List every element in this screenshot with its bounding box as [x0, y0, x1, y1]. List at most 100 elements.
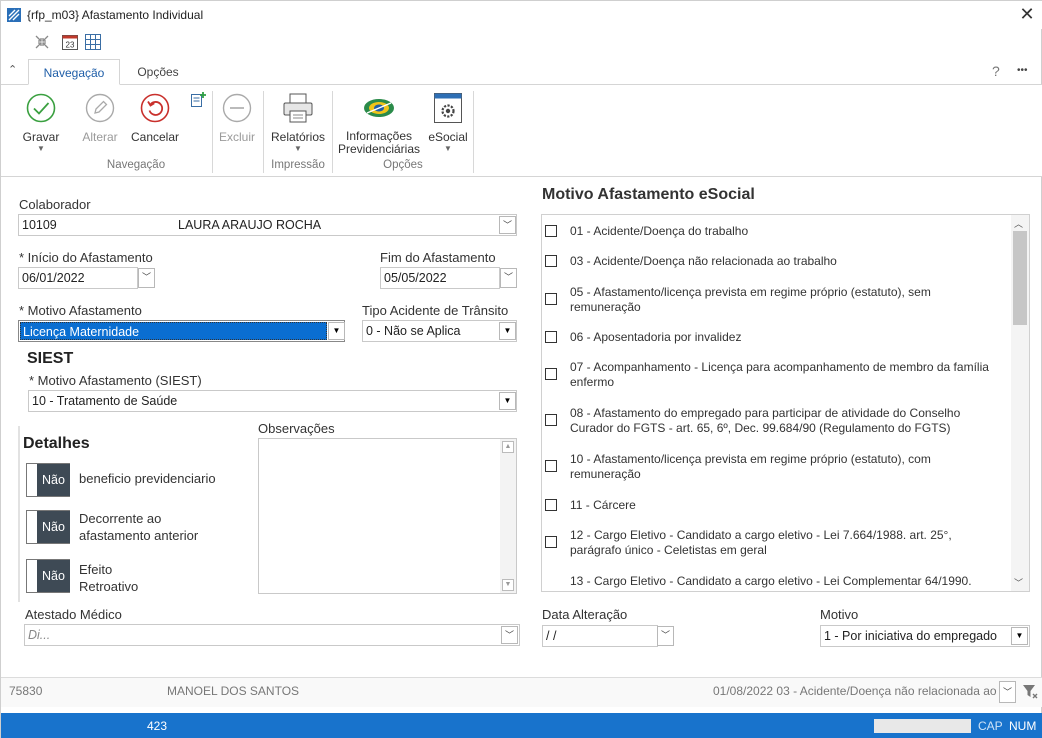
cancelar-button[interactable]: Cancelar	[129, 91, 181, 161]
scroll-up-icon[interactable]: ▲	[502, 441, 514, 453]
list-item-text: 01 - Acidente/Doença do trabalho	[570, 224, 749, 238]
checkbox[interactable]	[545, 255, 557, 267]
gravar-button[interactable]: Gravar ▼	[15, 91, 67, 161]
tipo-acidente-dropdown-icon[interactable]: ▼	[499, 322, 516, 340]
filter-icon[interactable]	[1021, 682, 1039, 700]
window-title: {rfp_m03} Afastamento Individual	[27, 8, 204, 22]
undo-circle-icon	[140, 93, 170, 123]
ribbon-separator	[263, 91, 264, 173]
checkbox[interactable]	[545, 293, 557, 305]
esocial-list-scrollbar[interactable]: ︿ ﹀	[1011, 215, 1029, 591]
scroll-down-icon[interactable]: ▼	[502, 579, 514, 591]
tipo-acidente-label: Tipo Acidente de Trânsito	[362, 303, 509, 318]
relatorios-button[interactable]: Relatórios ▼	[267, 91, 329, 161]
list-item-text: 10 - Afastamento/licença prevista em reg…	[570, 452, 931, 466]
collapse-ribbon-icon[interactable]: ⌃	[8, 63, 17, 76]
esocial-motivo-dropdown-icon[interactable]: ▼	[1011, 627, 1028, 645]
checkbox[interactable]	[545, 499, 557, 511]
list-item-text: remuneração	[570, 467, 641, 481]
alterar-button[interactable]: Alterar	[75, 91, 125, 161]
toggle-value: Não	[37, 511, 70, 543]
motivo-label: * Motivo Afastamento	[19, 303, 142, 318]
toggle-efeito-retroativo[interactable]: Não	[26, 559, 70, 593]
inicio-label: * Início do Afastamento	[19, 250, 153, 265]
observacoes-scrollbar[interactable]: ▲ ▼	[500, 439, 516, 593]
data-alteracao-field[interactable]: / /	[542, 625, 658, 647]
excluir-button[interactable]: Excluir	[213, 91, 261, 161]
toggle-beneficio-previdenciario[interactable]: Não	[26, 463, 70, 497]
more-options-icon[interactable]: •••	[1017, 65, 1028, 76]
tab-opcoes[interactable]: Opções	[123, 59, 193, 85]
list-item-text: 13 - Cargo Eletivo - Candidato a cargo e…	[570, 574, 972, 588]
tab-navegacao[interactable]: Navegação	[28, 59, 120, 85]
info-prev-label-2: Previdenciárias	[337, 142, 421, 156]
data-alteracao-calendar-dropdown-icon[interactable]: ﹀	[657, 626, 674, 646]
checkbox[interactable]	[545, 225, 557, 237]
list-item-text: parágrafo único - Celetistas em geral	[570, 543, 767, 557]
gear-icon	[434, 93, 462, 123]
siest-motivo-select[interactable]: 10 - Tratamento de Saúde	[28, 390, 517, 412]
record-code: 75830	[9, 684, 43, 698]
motivo-dropdown-icon[interactable]: ▼	[328, 322, 345, 340]
siest-motivo-dropdown-icon[interactable]: ▼	[499, 392, 516, 410]
checkbox[interactable]	[545, 368, 557, 380]
toggle-label: Decorrente ao	[79, 511, 162, 526]
fim-date-field[interactable]: 05/05/2022	[380, 267, 500, 289]
group-label-impressao: Impressão	[271, 159, 325, 171]
tipo-acidente-select[interactable]: 0 - Não se Aplica	[362, 320, 517, 342]
list-item-text: 07 - Acompanhamento - Licença para acomp…	[570, 360, 989, 374]
record-count: 423	[147, 719, 168, 733]
motivo-selected-value: Licença Maternidade	[20, 322, 327, 340]
motivo-select[interactable]: Licença Maternidade	[18, 320, 345, 342]
detalhes-border	[18, 426, 20, 602]
group-label-opcoes: Opções	[383, 159, 423, 171]
esocial-motivo-label: Motivo	[820, 607, 859, 622]
esocial-motivo-select[interactable]: 1 - Por iniciativa do empregado	[820, 625, 1030, 647]
toggle-label: afastamento anterior	[79, 528, 199, 543]
collapse-arrows-icon[interactable]	[33, 33, 51, 51]
list-item-text: 05 - Afastamento/licença prevista em reg…	[570, 285, 931, 299]
checkbox[interactable]	[545, 536, 557, 548]
atestado-dropdown-icon[interactable]: ﹀	[501, 626, 518, 644]
toggle-value: Não	[37, 560, 70, 592]
inicio-date-field[interactable]: 06/01/2022	[18, 267, 138, 289]
list-item[interactable]: 13 - Cargo Eletivo - Candidato a cargo e…	[542, 574, 1012, 589]
calendar-icon[interactable]: 23	[61, 33, 79, 51]
list-item-text: 08 - Afastamento do empregado para parti…	[570, 406, 961, 420]
checkbox[interactable]	[545, 414, 557, 426]
inicio-calendar-dropdown-icon[interactable]: ﹀	[138, 268, 155, 288]
chevron-down-icon: ▼	[444, 144, 452, 153]
list-item-text: 12 - Cargo Eletivo - Candidato a cargo e…	[570, 528, 952, 542]
toggle-decorrente-afastamento-anterior[interactable]: Não	[26, 510, 70, 544]
toggle-label: beneficio previdenciario	[79, 471, 216, 486]
fim-calendar-dropdown-icon[interactable]: ﹀	[500, 268, 517, 288]
colaborador-dropdown-icon[interactable]: ﹀	[499, 216, 516, 234]
check-circle-icon	[26, 93, 56, 123]
esocial-button[interactable]: eSocial ▼	[425, 91, 471, 161]
add-record-icon[interactable]	[189, 91, 207, 109]
list-item-text: remuneração	[570, 300, 641, 314]
scroll-thumb[interactable]	[1013, 231, 1027, 325]
caps-indicator: CAP	[978, 719, 1003, 733]
scroll-down-icon[interactable]: ﹀	[1014, 576, 1023, 589]
colaborador-field[interactable]: 10109 LAURA ARAUJO ROCHA	[18, 214, 517, 236]
checkbox[interactable]	[545, 460, 557, 472]
help-icon[interactable]: ?	[992, 63, 1000, 79]
grid-table-icon[interactable]	[84, 33, 102, 51]
title-bar: {rfp_m03} Afastamento Individual ✕	[1, 1, 1042, 29]
chevron-down-icon: ▼	[294, 144, 302, 153]
scroll-up-icon[interactable]: ︿	[1014, 217, 1023, 230]
list-item-text: enfermo	[570, 375, 615, 389]
observacoes-textarea[interactable]: ▲ ▼	[258, 438, 517, 594]
colaborador-label: Colaborador	[19, 197, 91, 212]
checkbox[interactable]	[545, 331, 557, 343]
close-icon[interactable]: ✕	[1017, 4, 1037, 24]
atestado-field[interactable]: Di...	[24, 624, 520, 646]
list-item-text: Curador do FGTS - art. 65, 6º, Dec. 99.6…	[570, 421, 951, 435]
cancelar-label: Cancelar	[130, 130, 180, 144]
informacoes-previdenciarias-button[interactable]: Informações Previdenciárias	[335, 91, 423, 161]
progress-bar	[874, 719, 971, 733]
record-name: MANOEL DOS SANTOS	[167, 684, 300, 698]
record-dropdown-icon[interactable]: ﹀	[999, 681, 1016, 703]
pencil-icon	[85, 93, 115, 123]
